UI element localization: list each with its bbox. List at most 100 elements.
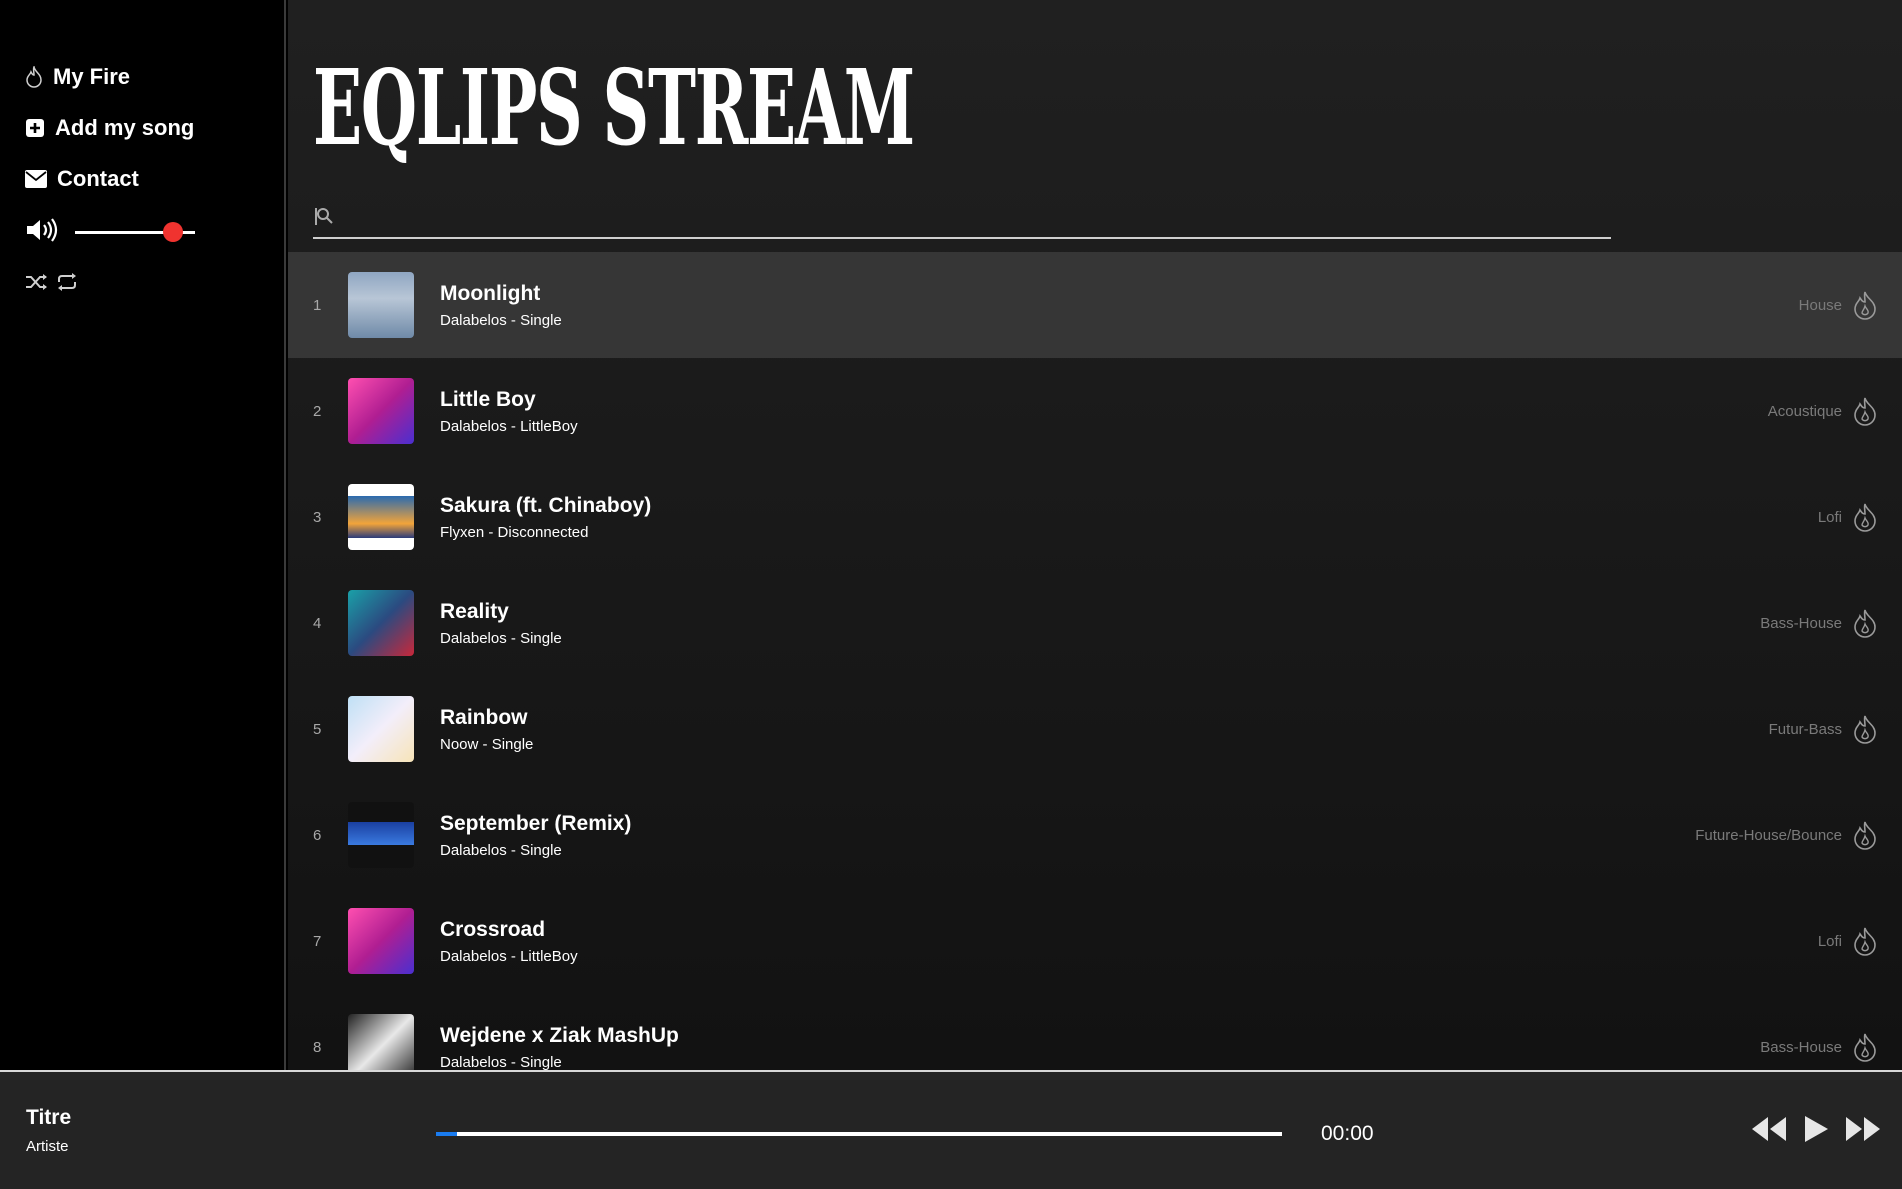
track-row[interactable]: 3 Sakura (ft. Chinaboy) Flyxen - Disconnec…	[288, 464, 1902, 570]
playback-modes	[25, 272, 79, 297]
track-album[interactable]: Disconnected	[498, 524, 589, 541]
track-genre: Future-House/Bounce	[1695, 826, 1842, 844]
separator: -	[506, 417, 521, 435]
track-row[interactable]: 6 September (Remix) Dalabelos - Single Futu…	[288, 782, 1902, 888]
track-title: Rainbow	[440, 705, 528, 729]
track-artist[interactable]: Dalabelos	[440, 312, 507, 329]
play-icon[interactable]	[1802, 1114, 1830, 1149]
track-artist[interactable]: Flyxen	[440, 524, 484, 541]
fire-icon[interactable]	[1852, 608, 1878, 638]
track-title: Crossroad	[440, 917, 546, 941]
track-row[interactable]: 8 Wejdene x Ziak MashUp Dalabelos - Single…	[288, 994, 1902, 1070]
shuffle-icon[interactable]	[25, 272, 49, 297]
fire-icon[interactable]	[1852, 926, 1878, 956]
track-album[interactable]: LittleBoy	[520, 418, 578, 435]
fire-icon[interactable]	[1852, 714, 1878, 744]
track-subtitle: Dalabelos - Single	[440, 312, 562, 329]
sidebar-item-contact[interactable]: Contact	[25, 166, 139, 192]
track-subtitle: Dalabelos - LittleBoy	[440, 418, 578, 435]
track-title: Sakura (ft. Chinaboy)	[440, 493, 652, 517]
track-meta: Sakura (ft. Chinaboy) Flyxen - Disconnect…	[440, 494, 651, 541]
volume-slider[interactable]	[75, 222, 195, 242]
app-brand-title: EQLIPS STREAM	[313, 46, 915, 169]
search-bar[interactable]	[313, 200, 1611, 239]
track-row[interactable]: 5 Rainbow Noow - Single Futur-Bass	[288, 676, 1902, 782]
fire-icon[interactable]	[1852, 502, 1878, 532]
fire-icon[interactable]	[1852, 1032, 1878, 1062]
track-number: 8	[313, 1038, 322, 1056]
playback-controls	[1750, 1114, 1882, 1149]
separator: -	[506, 841, 521, 859]
track-meta: Wejdene x Ziak MashUp Dalabelos - Single	[440, 1024, 679, 1071]
track-album[interactable]: Single	[520, 630, 562, 647]
track-row[interactable]: 4 Reality Dalabelos - Single Bass-House	[288, 570, 1902, 676]
track-row[interactable]: 7 Crossroad Dalabelos - LittleBoy Lofi	[288, 888, 1902, 994]
player-bar: Titre Artiste 00:00	[0, 1070, 1902, 1189]
separator: -	[506, 311, 521, 329]
separator: -	[506, 629, 521, 647]
sidebar: My Fire Add my song Contact	[0, 0, 286, 1070]
track-artist[interactable]: Dalabelos	[440, 418, 507, 435]
track-title: Little Boy	[440, 387, 536, 411]
track-artist[interactable]: Dalabelos	[440, 630, 507, 647]
track-cover-art	[348, 590, 414, 656]
track-album[interactable]: Single	[520, 312, 562, 329]
track-cover-art	[348, 272, 414, 338]
track-title: Reality	[440, 599, 509, 623]
track-genre: Bass-House	[1760, 1038, 1842, 1056]
fast-forward-icon[interactable]	[1844, 1115, 1882, 1148]
volume-control	[25, 217, 195, 248]
track-subtitle: Dalabelos - LittleBoy	[440, 948, 578, 965]
sidebar-item-add-my-song[interactable]: Add my song	[25, 115, 194, 141]
time-display: 00:00	[1321, 1122, 1374, 1145]
track-number: 1	[313, 296, 322, 314]
separator: -	[506, 947, 521, 965]
track-number: 4	[313, 614, 322, 632]
track-genre: Acoustique	[1767, 402, 1842, 420]
now-playing-artist: Artiste	[26, 1138, 69, 1155]
repeat-icon[interactable]	[55, 272, 79, 297]
speaker-icon[interactable]	[25, 217, 59, 248]
track-row[interactable]: 1 Moonlight Dalabelos - Single House	[288, 252, 1902, 358]
separator: -	[506, 1053, 521, 1071]
sidebar-item-label: Add my song	[55, 115, 195, 140]
sidebar-item-my-fire[interactable]: My Fire	[25, 64, 130, 90]
track-meta: Crossroad Dalabelos - LittleBoy	[440, 918, 578, 965]
track-album[interactable]: Single	[492, 736, 534, 753]
track-album[interactable]: LittleBoy	[520, 948, 578, 965]
track-number: 6	[313, 826, 322, 844]
track-subtitle: Dalabelos - Single	[440, 630, 562, 647]
track-artist[interactable]: Dalabelos	[440, 842, 507, 859]
progress-bar[interactable]	[436, 1132, 1282, 1136]
track-artist[interactable]: Dalabelos	[440, 1054, 507, 1071]
track-title: September (Remix)	[440, 811, 632, 835]
fire-icon[interactable]	[1852, 396, 1878, 426]
rewind-icon[interactable]	[1750, 1115, 1788, 1148]
track-cover-art	[348, 1014, 414, 1070]
separator: -	[484, 523, 498, 541]
search-input[interactable]	[335, 208, 1611, 229]
volume-slider-handle[interactable]	[163, 222, 184, 242]
track-number: 7	[313, 932, 322, 950]
now-playing-title: Titre	[26, 1106, 72, 1129]
track-cover-art	[348, 484, 414, 550]
track-number: 2	[313, 402, 322, 420]
track-meta: Rainbow Noow - Single	[440, 706, 533, 753]
track-subtitle: Noow - Single	[440, 736, 533, 753]
track-album[interactable]: Single	[520, 842, 562, 859]
sidebar-item-label: Contact	[57, 166, 139, 191]
track-genre: Futur-Bass	[1768, 720, 1842, 738]
track-row[interactable]: 2 Little Boy Dalabelos - LittleBoy Acoustiq…	[288, 358, 1902, 464]
track-cover-art	[348, 802, 414, 868]
track-artist[interactable]: Noow	[440, 736, 478, 753]
track-number: 3	[313, 508, 322, 526]
main-content: EQLIPS STREAM 1 Moonlight Dalabelos - Sing…	[288, 0, 1902, 1070]
track-meta: Moonlight Dalabelos - Single	[440, 282, 562, 329]
search-icon	[313, 205, 335, 232]
fire-icon[interactable]	[1852, 290, 1878, 320]
fire-icon[interactable]	[1852, 820, 1878, 850]
track-artist[interactable]: Dalabelos	[440, 948, 507, 965]
track-album[interactable]: Single	[520, 1054, 562, 1071]
track-number: 5	[313, 720, 322, 738]
track-genre: House	[1798, 296, 1842, 314]
